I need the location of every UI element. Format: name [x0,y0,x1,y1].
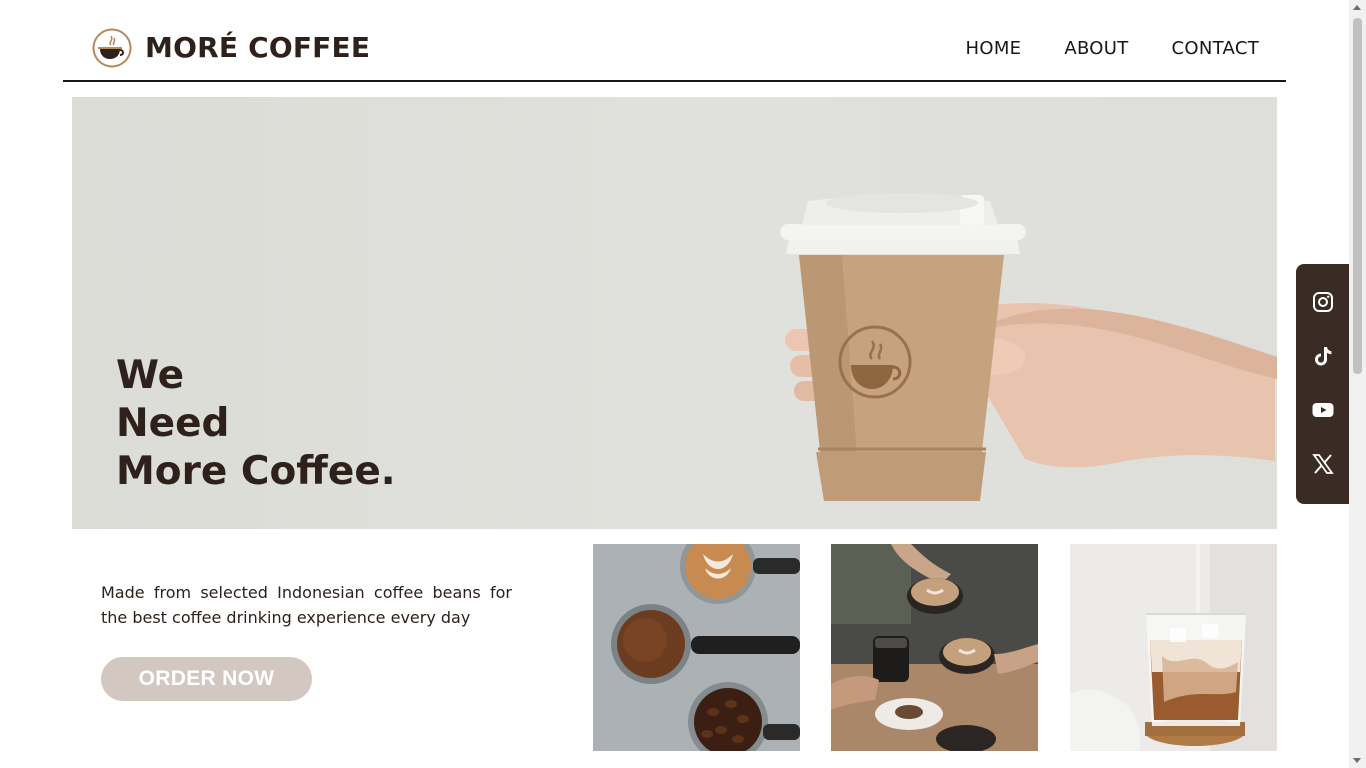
brand-name: MORÉ COFFEE [145,31,371,64]
nav-contact[interactable]: CONTACT [1172,38,1259,60]
tagline-line: Need [116,401,230,446]
coffee-photo-cheers [831,544,1038,751]
hero-banner: We Need More Coffee. [72,97,1277,529]
tiktok-icon[interactable] [1311,344,1335,368]
coffee-photo-portafilters [593,544,800,751]
main-nav: HOME ABOUT CONTACT [966,38,1259,60]
coffee-photo-iced-latte [1070,544,1277,751]
scroll-thumb[interactable] [1353,18,1362,374]
brand[interactable]: MORÉ COFFEE [92,28,370,68]
nav-home[interactable]: HOME [966,38,1022,60]
site-header: MORÉ COFFEE HOME ABOUT CONTACT [63,0,1286,82]
page-scrollbar[interactable] [1349,0,1366,768]
social-sidebar [1296,264,1349,504]
product-description: Made from selected Indonesian coffee bea… [101,583,512,627]
tagline-line: We [116,353,185,398]
x-twitter-icon[interactable] [1311,452,1335,476]
order-now-button[interactable]: ORDER NOW [101,657,312,701]
youtube-icon[interactable] [1311,398,1335,422]
coffee-cup-logo-icon [92,28,132,68]
nav-about[interactable]: ABOUT [1064,38,1128,60]
tagline-line: More Coffee. [116,449,396,494]
instagram-icon[interactable] [1311,290,1335,314]
scroll-up-arrow-icon[interactable] [1353,5,1361,10]
hero-tagline: We Need More Coffee. [116,352,396,496]
scroll-down-arrow-icon[interactable] [1353,758,1361,763]
